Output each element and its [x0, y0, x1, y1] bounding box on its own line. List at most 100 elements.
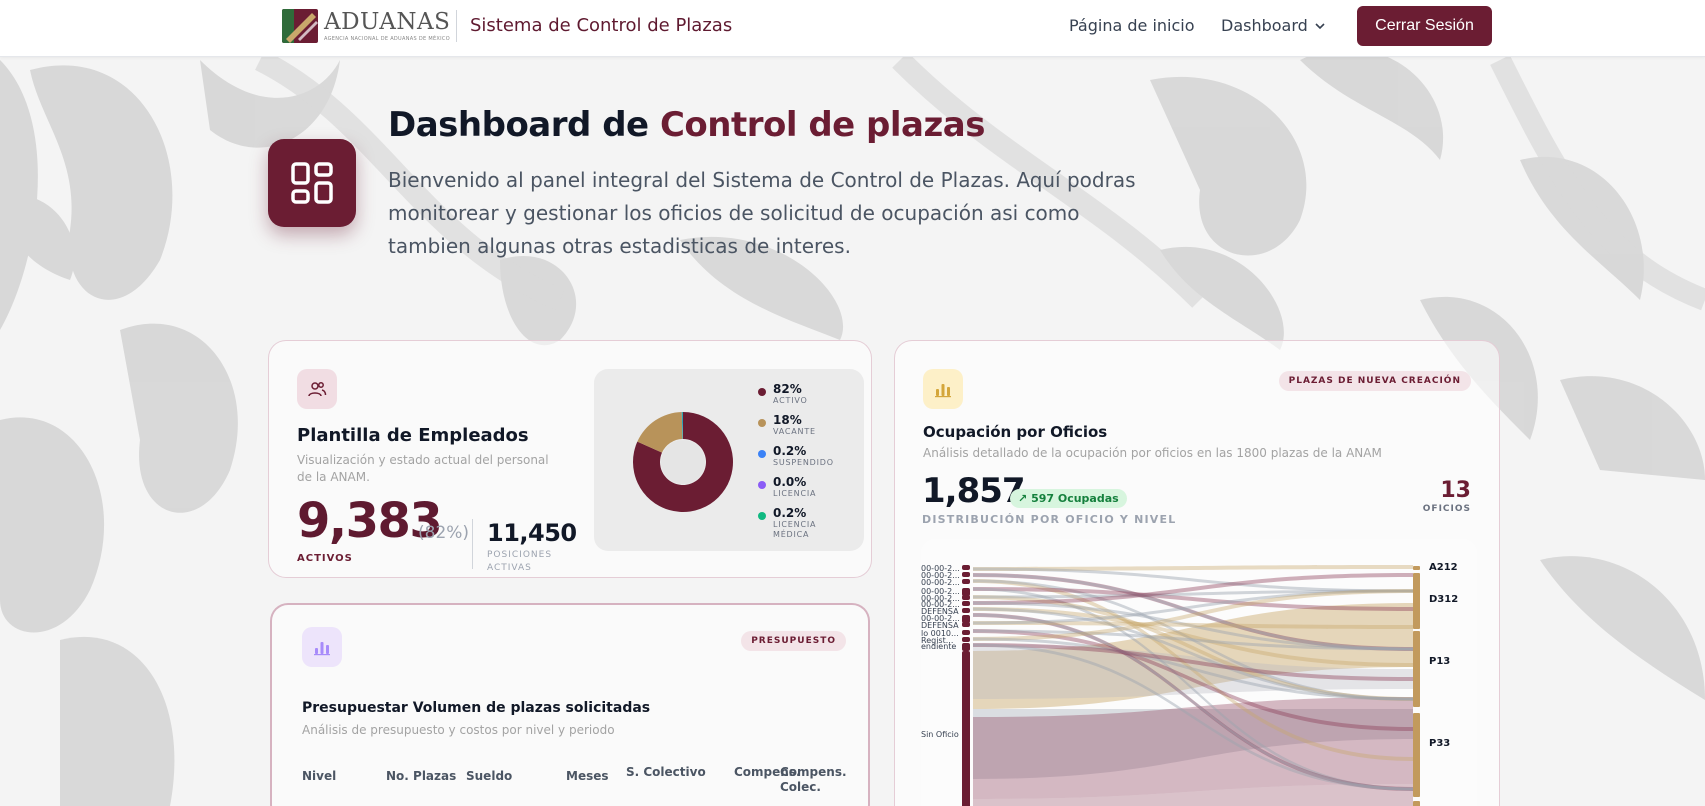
legend-label: ACTIVO: [773, 396, 808, 405]
active-positions-label: POSICIONES ACTIVAS: [487, 550, 553, 573]
legend-item-suspendido[interactable]: 0.2% SUSPENDIDO: [758, 445, 843, 468]
legend-pct: 0.0%: [773, 475, 807, 489]
active-positions-value: 11,450: [487, 519, 577, 547]
sankey-node-source[interactable]: [962, 601, 970, 606]
sankey-source-label: endiente: [921, 642, 956, 651]
bar-chart-icon: [923, 369, 963, 409]
sankey-source-label: 00-00-2...: [921, 578, 960, 587]
sankey-node-target[interactable]: [1413, 573, 1420, 629]
sankey-node-source[interactable]: [962, 651, 970, 806]
employees-subtitle: Visualización y estado actual del person…: [297, 453, 549, 484]
stat-divider: [472, 519, 473, 569]
sankey-target-label: A212: [1429, 562, 1458, 573]
sankey-node-source[interactable]: [962, 643, 970, 651]
legend-pct: 0.2%: [773, 444, 807, 458]
app-title: Sistema de Control de Plazas: [470, 15, 733, 36]
nav-home-link[interactable]: Página de inicio: [1069, 16, 1195, 35]
sankey-node-target[interactable]: [1413, 631, 1420, 707]
legend-dot: [758, 481, 766, 489]
sankey-node-source[interactable]: [962, 630, 970, 635]
new-positions-badge: PLAZAS DE NUEVA CREACIÓN: [1278, 371, 1471, 391]
occupation-sankey-chart[interactable]: 00-00-2...00-00-2...00-00-2...00-00-2...…: [921, 539, 1477, 806]
page-description: Bienvenido al panel integral del Sistema…: [388, 168, 1136, 258]
legend-dot: [758, 388, 766, 396]
legend-label: SUSPENDIDO: [773, 458, 834, 467]
legend-dot: [758, 512, 766, 520]
nav-dashboard-dropdown[interactable]: Dashboard: [1221, 16, 1326, 35]
sankey-node-source[interactable]: [962, 588, 970, 596]
legend-pct: 0.2%: [773, 506, 807, 520]
legend-label: LICENCIA MÉDICA: [773, 520, 817, 539]
legend-item-vacante[interactable]: 18% VACANTE: [758, 414, 843, 437]
sankey-flows: [973, 565, 1413, 806]
chevron-down-icon: [1315, 22, 1325, 29]
occupation-sankey-panel: 00-00-2... 00-00-2... 00-00-2... 00-00-2...…: [921, 539, 1477, 806]
legend-dot: [758, 450, 766, 458]
legend-item-activo[interactable]: 82% ACTIVO: [758, 383, 843, 406]
arrow-up-right-icon: ↗: [1018, 492, 1028, 505]
budget-column-header[interactable]: No. Plazas: [386, 769, 466, 784]
budget-column-header[interactable]: Compens. Colec.: [780, 765, 850, 795]
top-navbar: ADUANAS AGENCIA NACIONAL DE ADUANAS DE M…: [0, 0, 1705, 57]
employees-title: Plantilla de Empleados: [297, 425, 529, 446]
sankey-target-label: D312: [1429, 594, 1458, 605]
budget-column-header[interactable]: Meses: [566, 769, 616, 784]
budget-column-header[interactable]: S. Colectivo: [626, 765, 726, 780]
budget-card: PRESUPUESTO Presupuestar Volumen de plaz…: [270, 603, 870, 806]
sankey-source-label: Sin Oficio: [921, 730, 959, 739]
page-title-accent: Control de plazas: [659, 105, 986, 145]
legend-label: VACANTE: [773, 427, 816, 436]
employees-card: Plantilla de Empleados Visualización y e…: [268, 340, 872, 578]
sankey-target-label: P13: [1429, 656, 1450, 667]
sankey-target-label: P33: [1429, 738, 1450, 749]
dashboard-grid-icon: [268, 139, 356, 227]
occupation-card: PLAZAS DE NUEVA CREACIÓN Ocupación por O…: [894, 340, 1500, 806]
sankey-node-source[interactable]: [962, 572, 970, 577]
occupation-total: 1,857: [922, 471, 1026, 511]
active-employees-label: ACTIVOS: [297, 553, 353, 564]
oficios-count: 13: [1440, 478, 1471, 503]
budget-column-header[interactable]: Sueldo: [466, 769, 546, 784]
budget-badge: PRESUPUESTO: [741, 631, 846, 651]
sankey-left-nodes: 00-00-2...00-00-2...00-00-2...00-00-2...…: [921, 564, 970, 806]
sankey-node-source[interactable]: [962, 565, 970, 570]
occupation-title: Ocupación por Oficios: [923, 423, 1108, 441]
budget-column-header[interactable]: Compens.: [734, 765, 801, 780]
sankey-node-target[interactable]: [1413, 801, 1420, 806]
status-donut-chart[interactable]: [628, 407, 738, 517]
aduanas-logo-icon[interactable]: [282, 9, 318, 43]
logout-button[interactable]: Cerrar Sesión: [1357, 6, 1492, 46]
page-title: Dashboard de Control de plazas: [388, 105, 985, 145]
logo-text[interactable]: ADUANAS: [324, 9, 450, 35]
budget-subtitle: Análisis de presupuesto y costos por niv…: [302, 723, 615, 737]
donut-hole: [661, 440, 705, 484]
sankey-node-source[interactable]: [962, 615, 970, 623]
oficios-label: OFICIOS: [1422, 504, 1471, 514]
bar-chart-icon: [302, 627, 342, 667]
budget-title: Presupuestar Volumen de plazas solicitad…: [302, 700, 651, 716]
page-title-prefix: Dashboard de: [388, 105, 649, 145]
legend-dot: [758, 419, 766, 427]
legend-item-licencia-médica[interactable]: 0.2% LICENCIA MÉDICA: [758, 507, 843, 540]
budget-column-header[interactable]: Nivel: [302, 769, 372, 784]
sankey-node-target[interactable]: [1413, 713, 1420, 797]
occupied-pill-label: 597 Ocupadas: [1031, 492, 1119, 505]
sankey-node-source[interactable]: [962, 579, 970, 584]
users-icon: [297, 369, 337, 409]
occupation-subtitle: Análisis detallado de la ocupación por o…: [923, 446, 1382, 460]
occupied-pill: ↗ 597 Ocupadas: [1010, 489, 1127, 508]
legend-pct: 18%: [773, 413, 802, 427]
sankey-node-source[interactable]: [962, 608, 970, 613]
sankey-node-source[interactable]: [962, 595, 970, 600]
nav-dashboard-label: Dashboard: [1221, 16, 1308, 35]
sankey-node-source[interactable]: [962, 637, 970, 642]
distribution-label: DISTRIBUCIÓN POR OFICIO Y NIVEL: [922, 513, 1177, 526]
header-divider: [456, 10, 457, 42]
sankey-node-target[interactable]: [1413, 566, 1420, 570]
status-donut-panel: 82% ACTIVO 18% VACANTE 0.2% SUSPENDIDO 0.0% LIC…: [594, 369, 864, 551]
sankey-node-source[interactable]: [962, 622, 970, 627]
legend-item-licencia[interactable]: 0.0% LICENCIA: [758, 476, 843, 499]
active-employees-pct: (82%): [418, 523, 470, 543]
legend-pct: 82%: [773, 382, 802, 396]
legend-label: LICENCIA: [773, 489, 817, 498]
